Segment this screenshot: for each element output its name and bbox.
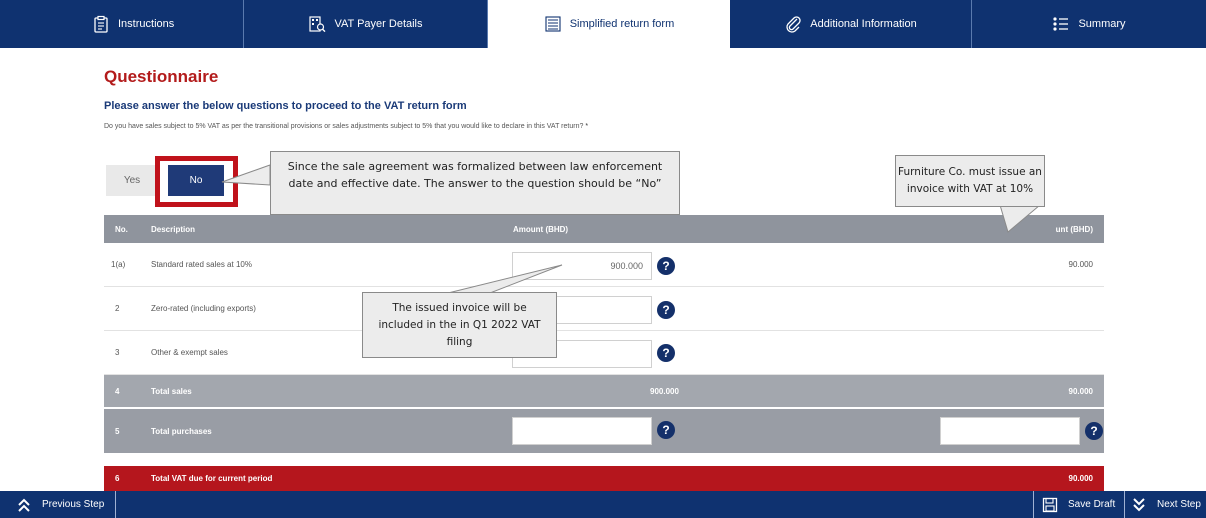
row-no: 6 (115, 474, 120, 483)
help-icon[interactable]: ? (657, 421, 675, 439)
row-vat: 90.000 (1068, 260, 1093, 269)
question-label: Do you have sales subject to 5% VAT as p… (104, 123, 584, 130)
total-sales-row: 4 Total sales 900.000 90.000 (104, 375, 1104, 407)
save-draft-button[interactable]: Save Draft (1042, 491, 1115, 518)
step-tabs: Instructions VAT Payer Details Simplifie… (0, 0, 1206, 48)
callout-line: Since the sale agreement was formalized … (287, 160, 663, 173)
row-no: 5 (115, 426, 120, 436)
row-description: Total VAT due for current period (151, 474, 273, 483)
callout-line: invoice with VAT at 10% (906, 183, 1034, 195)
next-step-label: Next Step (1157, 499, 1201, 510)
tab-label: Simplified return form (569, 18, 675, 30)
callout-invoice: The issued invoice will be included in t… (362, 292, 557, 358)
row-no: 1(a) (111, 260, 126, 269)
double-chevron-down-icon (1133, 497, 1145, 511)
tab-instructions[interactable]: Instructions (0, 0, 244, 48)
callout-line: date and effective date. The answer to t… (288, 177, 662, 190)
footer-bar: Previous Step Save Draft Next Step (0, 491, 1206, 518)
callout-line: filing (446, 336, 473, 348)
list-icon (545, 16, 561, 32)
divider (1033, 491, 1034, 518)
tab-label: Additional Information (810, 18, 917, 30)
help-icon[interactable]: ? (657, 344, 675, 362)
tab-label: VAT Payer Details (334, 18, 423, 30)
help-icon[interactable]: ? (657, 257, 675, 275)
row-description: Other & exempt sales (151, 348, 228, 357)
required-mark: * (585, 123, 589, 130)
callout-line: Furniture Co. must issue an (898, 166, 1042, 178)
tab-simplified-return-form[interactable]: Simplified return form (488, 0, 730, 48)
paperclip-icon (786, 16, 801, 33)
header-no: No. (115, 224, 128, 234)
table-header: No. Description Amount (BHD) unt (BHD) (104, 215, 1104, 243)
divider (115, 491, 116, 518)
callout-agreement: Since the sale agreement was formalized … (270, 151, 680, 215)
tab-summary[interactable]: Summary (972, 0, 1206, 48)
building-search-icon (309, 16, 326, 33)
page-subtitle: Please answer the below questions to pro… (104, 100, 467, 112)
tab-label: Instructions (118, 18, 175, 30)
header-description: Description (151, 224, 196, 234)
row-description: Zero-rated (including exports) (151, 304, 256, 313)
help-icon[interactable]: ? (1085, 422, 1103, 440)
callout-line: included in the in Q1 2022 VAT (378, 319, 541, 331)
total-purchases-vat-input[interactable] (940, 417, 1080, 445)
page-title: Questionnaire (104, 67, 219, 86)
previous-step-button[interactable]: Previous Step (16, 491, 104, 518)
previous-step-label: Previous Step (42, 499, 105, 510)
callout-furniture: Furniture Co. must issue an invoice with… (895, 155, 1045, 207)
row-amount: 900.000 (650, 386, 679, 396)
header-amount: Amount (BHD) (513, 224, 569, 234)
tab-additional-information[interactable]: Additional Information (730, 0, 972, 48)
summary-list-icon (1053, 17, 1069, 31)
row-description: Total sales (151, 386, 192, 396)
save-draft-label: Save Draft (1068, 499, 1116, 510)
amount-input-standard[interactable]: 900.000 (512, 252, 652, 280)
row-vat: 90.000 (1068, 386, 1093, 396)
row-no: 3 (115, 348, 120, 357)
double-chevron-up-icon (18, 498, 30, 512)
yes-button[interactable]: Yes (106, 165, 158, 196)
no-button[interactable]: No (168, 165, 224, 196)
header-vat-amount: unt (BHD) (1055, 224, 1093, 234)
row-description: Standard rated sales at 10% (151, 260, 252, 269)
total-purchases-amount-input[interactable] (512, 417, 652, 445)
clipboard-icon (94, 15, 108, 33)
tab-label: Summary (1078, 18, 1126, 30)
row-no: 4 (115, 386, 120, 396)
divider (1124, 491, 1125, 518)
row-description: Total purchases (151, 426, 212, 436)
callout-line: The issued invoice will be (392, 302, 527, 314)
question-text: Do you have sales subject to 5% VAT as p… (104, 123, 588, 130)
next-step-button[interactable]: Next Step (1131, 491, 1201, 518)
row-no: 2 (115, 304, 120, 313)
help-icon[interactable]: ? (657, 301, 675, 319)
tab-vat-payer-details[interactable]: VAT Payer Details (244, 0, 488, 48)
total-vat-due-row: 6 Total VAT due for current period 90.00… (104, 466, 1104, 491)
row-vat: 90.000 (1068, 474, 1093, 483)
save-icon (1042, 497, 1058, 512)
